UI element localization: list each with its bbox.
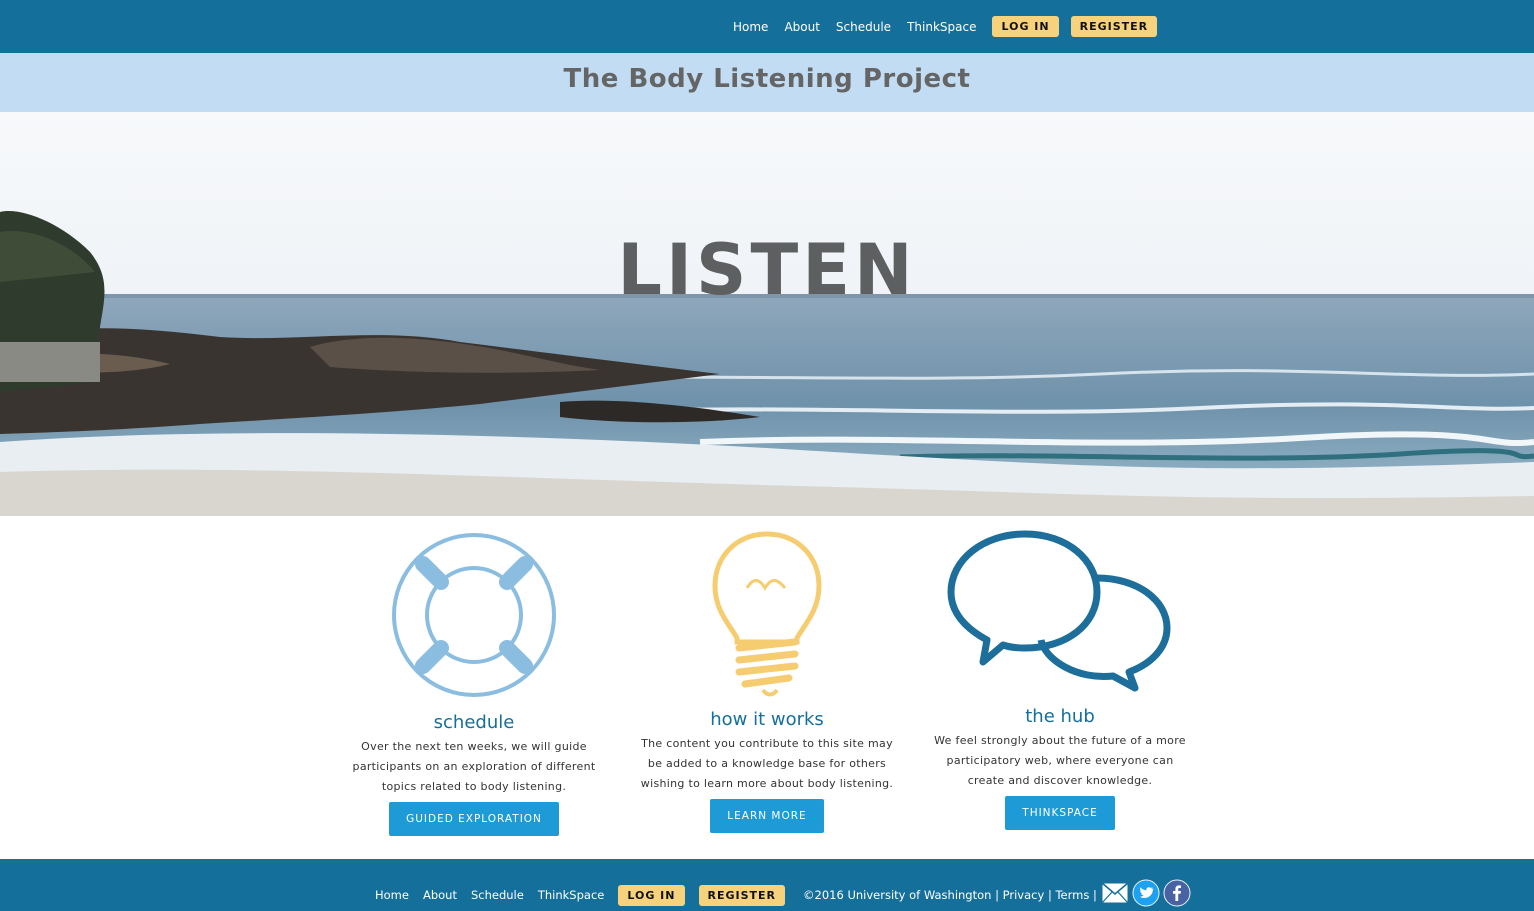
feature-description: Over the next ten weeks, we will guide p…	[344, 737, 604, 797]
feature-line: Over the next ten weeks, we will guide	[361, 740, 587, 753]
nav-about-link[interactable]: About	[784, 17, 819, 37]
twitter-icon[interactable]	[1132, 879, 1160, 911]
separator: |	[1047, 888, 1052, 902]
feature-line: create and discover knowledge.	[967, 774, 1153, 787]
feature-title: how it works	[710, 709, 824, 730]
speech-bubbles-icon	[947, 530, 1171, 692]
feature-line: topics related to body listening.	[381, 780, 567, 793]
feature-title: the hub	[1025, 706, 1095, 727]
ocean-coast-image	[0, 112, 1534, 516]
feature-schedule: schedule Over the next ten weeks, we wil…	[344, 530, 604, 836]
feature-line: The content you contribute to this site …	[641, 737, 893, 750]
thinkspace-button[interactable]: THINKSPACE	[1005, 796, 1115, 830]
register-button[interactable]: REGISTER	[1070, 16, 1158, 37]
hero-banner: LISTEN	[0, 112, 1534, 516]
separator: |	[1093, 888, 1097, 902]
footer-about-link[interactable]: About	[423, 885, 457, 905]
nav-home-link[interactable]: Home	[733, 17, 768, 37]
footer: Home About Schedule ThinkSpace LOG IN RE…	[0, 859, 1534, 911]
life-ring-icon	[392, 533, 556, 697]
feature-line: be added to a knowledge base for others	[647, 757, 887, 770]
hero-headline: LISTEN	[617, 229, 917, 311]
site-title: The Body Listening Project	[563, 64, 971, 94]
top-nav-bar: Home About Schedule ThinkSpace LOG IN RE…	[0, 0, 1534, 53]
top-nav: Home About Schedule ThinkSpace LOG IN RE…	[733, 16, 1169, 37]
learn-more-button[interactable]: LEARN MORE	[710, 799, 824, 833]
privacy-link[interactable]: Privacy	[1003, 888, 1045, 902]
feature-line: We feel strongly about the future of a m…	[934, 734, 1186, 747]
title-band: The Body Listening Project	[0, 53, 1534, 112]
nav-schedule-link[interactable]: Schedule	[836, 17, 891, 37]
copyright-text: ©2016 University of Washington	[803, 888, 992, 902]
guided-exploration-button[interactable]: GUIDED EXPLORATION	[389, 802, 559, 836]
feature-the-hub: the hub We feel strongly about the futur…	[930, 530, 1190, 830]
footer-register-button[interactable]: REGISTER	[698, 884, 786, 906]
feature-line: wishing to learn more about body listeni…	[640, 777, 894, 790]
footer-legal: ©2016 University of Washington | Privacy…	[803, 888, 1097, 902]
login-button[interactable]: LOG IN	[992, 16, 1059, 37]
nav-thinkspace-link[interactable]: ThinkSpace	[907, 17, 976, 37]
lightbulb-icon	[712, 531, 822, 697]
footer-schedule-link[interactable]: Schedule	[471, 885, 524, 905]
social-links	[1101, 879, 1194, 911]
feature-title: schedule	[433, 712, 515, 733]
feature-line: participatory web, where everyone can	[946, 754, 1174, 767]
separator: |	[995, 888, 999, 902]
mail-icon[interactable]	[1101, 882, 1129, 908]
terms-link[interactable]: Terms	[1055, 888, 1089, 902]
footer-nav: Home About Schedule ThinkSpace LOG IN RE…	[375, 879, 1194, 911]
feature-description: The content you contribute to this site …	[637, 734, 897, 794]
footer-home-link[interactable]: Home	[375, 885, 409, 905]
feature-how-it-works: how it works The content you contribute …	[637, 530, 897, 833]
feature-line: participants on an exploration of differ…	[352, 760, 596, 773]
facebook-icon[interactable]	[1163, 879, 1191, 911]
feature-description: We feel strongly about the future of a m…	[930, 731, 1190, 791]
footer-thinkspace-link[interactable]: ThinkSpace	[538, 885, 605, 905]
footer-login-button[interactable]: LOG IN	[618, 884, 685, 906]
